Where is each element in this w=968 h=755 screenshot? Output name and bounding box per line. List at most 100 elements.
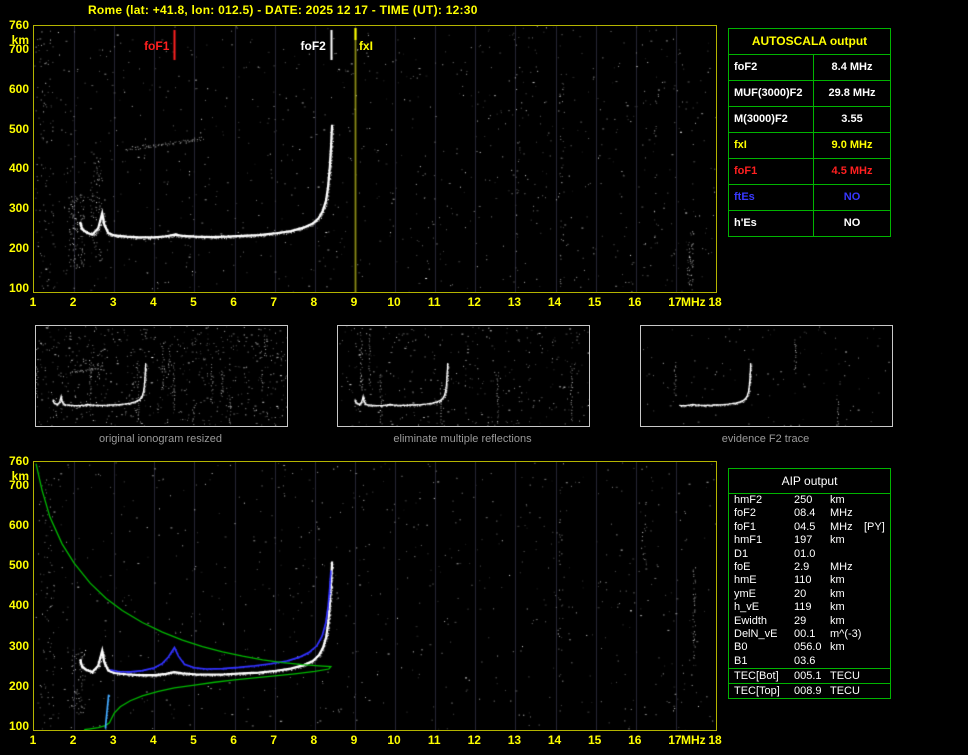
thumbnail-original-ionogram xyxy=(35,325,288,427)
aip-param-label: hmF1 xyxy=(729,534,794,547)
station-title: Rome (lat: +41.8, lon: 012.5) - DATE: 20… xyxy=(88,3,478,17)
aip-param-unit: km xyxy=(830,574,864,587)
autoscala-param-value: NO xyxy=(814,211,890,236)
x-tick-label-15: 15 xyxy=(583,734,607,747)
aip-table-title: AIP output xyxy=(729,469,890,494)
aip-row-foF2: foF208.4MHz xyxy=(729,507,890,520)
x-tick-label-7: 7 xyxy=(262,734,286,747)
x-tick-label-9: 9 xyxy=(342,734,366,747)
x-tick-label-13: 13 xyxy=(502,734,526,747)
autoscala-row-MUF(3000)F2: MUF(3000)F229.8 MHz xyxy=(729,81,890,107)
y-tick-label-400: 400 xyxy=(2,599,29,612)
bottom-profile-canvas xyxy=(34,462,716,730)
x-tick-label-4: 4 xyxy=(141,734,165,747)
aip-row-TEC[Top]: TEC[Top]008.9TECU xyxy=(729,683,890,698)
aip-param-value: 08.4 xyxy=(794,507,830,520)
x-tick-label-16: 16 xyxy=(623,296,647,309)
x-tick-label-3: 3 xyxy=(101,734,125,747)
autoscala-param-value: 4.5 MHz xyxy=(814,159,890,184)
autoscala-output-table: AUTOSCALA output foF28.4 MHzMUF(3000)F22… xyxy=(728,28,891,237)
x-tick-label-18: 18 xyxy=(703,296,727,309)
thumbnail-multiple-reflections xyxy=(337,325,590,427)
autoscala-row-foF2: foF28.4 MHz xyxy=(729,55,890,81)
aip-row-DelN_vE: DelN_vE00.1m^(-3) xyxy=(729,628,890,641)
y-tick-label-300: 300 xyxy=(2,202,29,215)
autoscala-row-ftEs: ftEsNO xyxy=(729,185,890,211)
aip-param-label: ymE xyxy=(729,588,794,601)
autoscala-param-value: 29.8 MHz xyxy=(814,81,890,106)
autoscala-param-label: M(3000)F2 xyxy=(729,107,814,132)
autoscala-row-M(3000)F2: M(3000)F23.55 xyxy=(729,107,890,133)
aip-param-label: hmF2 xyxy=(729,494,794,507)
x-tick-label-10: 10 xyxy=(382,296,406,309)
aip-param-note xyxy=(864,628,890,641)
x-tick-label-3: 3 xyxy=(101,296,125,309)
aip-param-unit: MHz xyxy=(830,521,864,534)
aip-param-note xyxy=(864,494,890,507)
autoscala-row-fxI: fxI9.0 MHz xyxy=(729,133,890,159)
y-tick-label-760: 760 xyxy=(2,455,29,468)
autoscala-param-label: fxI xyxy=(729,133,814,158)
aip-param-note xyxy=(864,548,890,561)
thumbnail-original-canvas xyxy=(36,326,287,426)
autoscala-param-value: 8.4 MHz xyxy=(814,55,890,80)
aip-param-note xyxy=(864,561,890,574)
aip-param-note: [PY] xyxy=(864,521,890,534)
aip-param-note xyxy=(864,507,890,520)
aip-row-hmF2: hmF2250km xyxy=(729,494,890,507)
aip-param-value: 008.9 xyxy=(794,684,830,698)
aip-param-note xyxy=(864,588,890,601)
aip-param-note xyxy=(864,574,890,587)
y-tick-label-300: 300 xyxy=(2,640,29,653)
aip-row-h_vE: h_vE119km xyxy=(729,601,890,614)
top-ionogram-canvas xyxy=(34,26,716,292)
aip-param-value: 01.0 xyxy=(794,548,830,561)
autoscala-table-title: AUTOSCALA output xyxy=(729,29,890,55)
autoscala-param-label: foF1 xyxy=(729,159,814,184)
aip-param-note xyxy=(864,655,890,668)
aip-param-unit: MHz xyxy=(830,561,864,574)
marker-label-foF1: foF1 xyxy=(136,40,169,52)
x-tick-label-10: 10 xyxy=(382,734,406,747)
aip-param-unit: km xyxy=(830,641,864,654)
aip-param-note xyxy=(864,601,890,614)
aip-row-D1: D101.0 xyxy=(729,548,890,561)
y-axis-unit: km xyxy=(2,34,29,47)
x-axis-unit: MHz xyxy=(681,296,706,309)
aip-param-label: D1 xyxy=(729,548,794,561)
aip-row-hmE: hmE110km xyxy=(729,574,890,587)
x-tick-label-8: 8 xyxy=(302,734,326,747)
aip-param-note xyxy=(864,684,890,698)
y-axis-unit: km xyxy=(2,470,29,483)
x-tick-label-18: 18 xyxy=(703,734,727,747)
x-tick-label-2: 2 xyxy=(61,296,85,309)
y-tick-label-500: 500 xyxy=(2,123,29,136)
aip-param-note xyxy=(864,669,890,683)
autoscala-param-value: 9.0 MHz xyxy=(814,133,890,158)
x-tick-label-5: 5 xyxy=(181,734,205,747)
x-tick-label-9: 9 xyxy=(342,296,366,309)
aip-param-label: foF2 xyxy=(729,507,794,520)
aip-param-unit xyxy=(830,548,864,561)
thumbnail-f2-trace-canvas xyxy=(641,326,892,426)
autoscala-param-value: 3.55 xyxy=(814,107,890,132)
aip-param-note xyxy=(864,615,890,628)
aip-param-unit: km xyxy=(830,601,864,614)
autoscala-param-label: ftEs xyxy=(729,185,814,210)
aip-param-label: hmE xyxy=(729,574,794,587)
top-ionogram-plot xyxy=(33,25,717,293)
aip-param-note xyxy=(864,641,890,654)
x-tick-label-12: 12 xyxy=(462,296,486,309)
aip-param-unit: km xyxy=(830,494,864,507)
autoscala-row-foF1: foF14.5 MHz xyxy=(729,159,890,185)
x-tick-label-6: 6 xyxy=(222,734,246,747)
aip-param-label: foF1 xyxy=(729,521,794,534)
aip-param-label: TEC[Top] xyxy=(729,684,794,698)
aip-param-value: 110 xyxy=(794,574,830,587)
x-tick-label-6: 6 xyxy=(222,296,246,309)
thumbnail-caption-f2-trace: evidence F2 trace xyxy=(639,433,892,445)
aip-param-value: 005.1 xyxy=(794,669,830,683)
x-tick-label-7: 7 xyxy=(262,296,286,309)
aip-row-foE: foE2.9MHz xyxy=(729,561,890,574)
aip-param-label: TEC[Bot] xyxy=(729,669,794,683)
